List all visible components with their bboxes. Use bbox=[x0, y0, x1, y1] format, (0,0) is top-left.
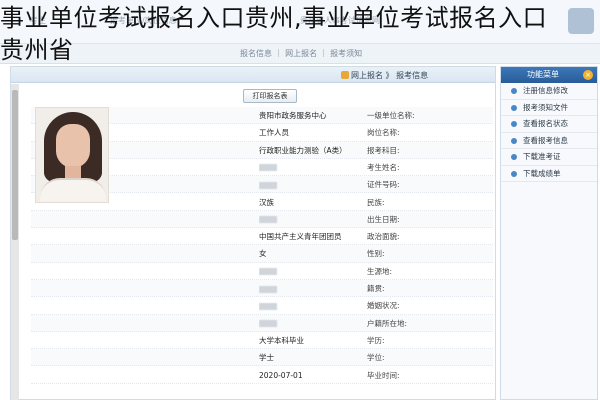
row-label: 报考科目: bbox=[367, 145, 400, 155]
scrollbar-thumb[interactable] bbox=[12, 90, 18, 240]
bullet-icon bbox=[511, 88, 517, 94]
row-label: 一级单位名称: bbox=[367, 111, 415, 120]
overlay-caption: 事业单位考试报名入口贵州,事业单位考试报名入口 贵州省 bbox=[0, 2, 600, 66]
function-sidebar: 功能菜单 × 注册信息修改 报考须知文件 查看报名状态 查看报考信息 下载准考证下载成绩… bbox=[500, 66, 598, 400]
row-label: 性别: bbox=[367, 249, 385, 259]
redacted-value bbox=[259, 181, 277, 189]
photo-shoulders bbox=[40, 178, 106, 202]
row-label: 学历: bbox=[367, 335, 385, 345]
row-label: 户籍所在地: bbox=[367, 318, 408, 328]
bullet-icon bbox=[511, 154, 517, 160]
row-label: 毕业时间: bbox=[367, 370, 400, 380]
overlay-caption-line-2: 贵州省 bbox=[0, 36, 74, 64]
applicant-photo bbox=[35, 107, 109, 203]
bullet-icon bbox=[511, 137, 517, 144]
row-value bbox=[259, 176, 363, 193]
row-value bbox=[259, 297, 363, 314]
row-value: 女 bbox=[259, 249, 267, 259]
row-label: 学位: bbox=[367, 353, 385, 363]
row-label: 证件号码: bbox=[367, 180, 400, 190]
row-label: 考生姓名: bbox=[367, 162, 400, 172]
table-row: 婚姻状况: bbox=[31, 297, 493, 315]
row-label: 出生日期: bbox=[367, 214, 400, 224]
table-row: 学士 学位: bbox=[31, 349, 493, 367]
sidebar-item[interactable]: 报考须知文件 bbox=[501, 100, 597, 116]
redacted-value bbox=[259, 285, 277, 293]
sidebar-item-label: 注册信息修改 bbox=[523, 86, 568, 95]
print-registration-button[interactable]: 打印报名表 bbox=[243, 89, 297, 103]
table-row: 女 性别: bbox=[31, 245, 493, 263]
redacted-value bbox=[259, 320, 277, 328]
row-value bbox=[259, 211, 363, 228]
redacted-value bbox=[259, 268, 277, 276]
row-value: 学士 bbox=[259, 353, 274, 363]
sidebar-item-label: 下载准考证 bbox=[523, 152, 561, 161]
row-value: 工作人员 bbox=[259, 128, 289, 138]
bullet-icon bbox=[511, 104, 517, 111]
sidebar-title: 功能菜单 bbox=[527, 70, 559, 79]
row-label: 政治面貌: bbox=[367, 232, 400, 242]
row-label: 民族: bbox=[367, 197, 385, 207]
sidebar-item[interactable]: 查看报考信息 bbox=[501, 133, 597, 149]
row-value: 中国共产主义青年团团员 bbox=[259, 232, 342, 242]
overlay-caption-line-1: 事业单位考试报名入口贵州,事业单位考试报名入口 bbox=[0, 4, 548, 32]
table-row: 籍贯: bbox=[31, 280, 493, 298]
sidebar-item-label: 查看报考信息 bbox=[523, 135, 568, 145]
sidebar-menu: 注册信息修改 报考须知文件 查看报名状态 查看报考信息 下载准考证下载成绩单 bbox=[501, 83, 597, 182]
row-label: 籍贯: bbox=[367, 284, 385, 293]
home-icon bbox=[341, 71, 349, 79]
table-row: 大学本科毕业 学历: bbox=[31, 332, 493, 350]
table-row: 户籍所在地: bbox=[31, 314, 493, 332]
sidebar-item[interactable]: 注册信息修改 bbox=[501, 83, 597, 100]
sidebar-header: 功能菜单 × bbox=[501, 67, 597, 83]
sidebar-item[interactable]: 下载准考证 bbox=[501, 149, 597, 166]
sidebar-item-label: 下载成绩单 bbox=[523, 168, 561, 178]
row-value: 行政职业能力测验（A类） bbox=[259, 145, 347, 155]
registration-info-panel: 网上报名 》 报考信息 打印报名表 贵阳市政务服务中心 一级单位名称: 工作人员 岗位… bbox=[10, 66, 496, 400]
row-label: 婚姻状况: bbox=[367, 301, 400, 311]
table-row: 生源地: bbox=[31, 263, 493, 280]
row-value: 汉族 bbox=[259, 197, 274, 207]
row-value bbox=[259, 263, 363, 280]
row-value: 贵阳市政务服务中心 bbox=[259, 111, 327, 120]
close-icon[interactable]: × bbox=[583, 70, 593, 80]
sidebar-item-label: 查看报名状态 bbox=[523, 119, 568, 128]
redacted-value bbox=[259, 216, 277, 224]
bullet-icon bbox=[511, 121, 517, 127]
photo-face bbox=[56, 124, 90, 168]
breadcrumb[interactable]: 网上报名 》 报考信息 bbox=[351, 70, 428, 81]
sidebar-item[interactable]: 下载成绩单 bbox=[501, 166, 597, 182]
row-label: 岗位名称: bbox=[367, 128, 400, 138]
row-value bbox=[259, 315, 363, 332]
redacted-value bbox=[259, 302, 277, 310]
sidebar-item-label: 报考须知文件 bbox=[523, 102, 568, 112]
vertical-scrollbar[interactable] bbox=[11, 84, 19, 400]
row-value: 大学本科毕业 bbox=[259, 335, 304, 345]
sidebar-item[interactable]: 查看报名状态 bbox=[501, 116, 597, 133]
row-value bbox=[259, 159, 363, 176]
redacted-value bbox=[259, 164, 277, 172]
row-label: 生源地: bbox=[367, 266, 393, 276]
bullet-icon bbox=[511, 170, 517, 177]
panel-header: 网上报名 》 报考信息 bbox=[11, 67, 495, 83]
table-row: 出生日期: bbox=[31, 210, 493, 229]
table-row: 2020-07-01 毕业时间: bbox=[31, 367, 493, 384]
row-value bbox=[259, 280, 363, 297]
row-value: 2020-07-01 bbox=[259, 370, 303, 380]
table-row: 中国共产主义青年团团员 政治面貌: bbox=[31, 228, 493, 246]
